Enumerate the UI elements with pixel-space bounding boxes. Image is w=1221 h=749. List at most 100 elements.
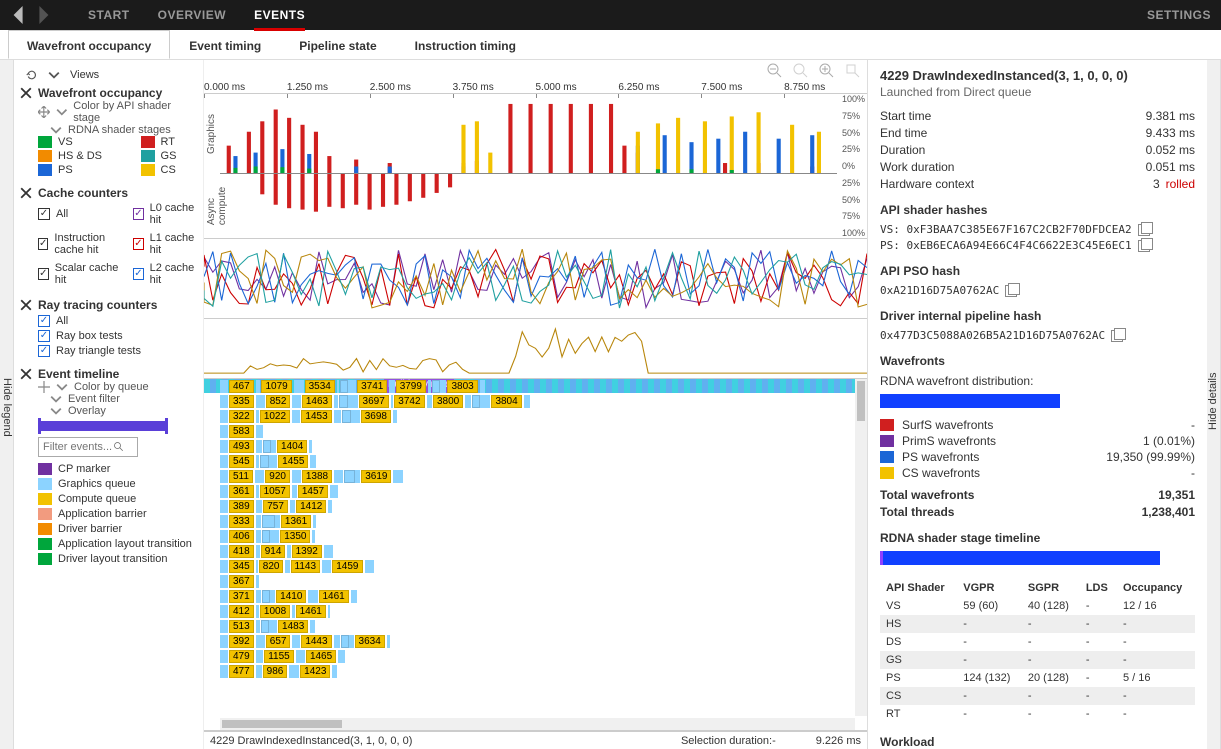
legend-cache-title: Cache counters [38, 186, 128, 200]
timeline-row[interactable]: 46710793534374137993803 [220, 379, 855, 394]
nav-overview[interactable]: OVERVIEW [158, 8, 226, 23]
total-th-val: 1,238,401 [1142, 505, 1195, 519]
overlay-label[interactable]: Overlay [68, 405, 106, 417]
timeline-row[interactable]: 3897571412 [220, 499, 855, 514]
shader-stage[interactable]: VS [38, 136, 123, 148]
timeline-row[interactable]: 5451455 [220, 454, 855, 469]
tab-instruction[interactable]: Instruction timing [396, 30, 535, 59]
timeline-row[interactable]: 4061350 [220, 529, 855, 544]
filter-events-input[interactable] [38, 437, 138, 457]
timeline-row[interactable]: 4189141392 [220, 544, 855, 559]
cache-checkbox[interactable]: L1 cache hit [133, 232, 197, 256]
cache-checkbox[interactable]: L0 cache hit [133, 202, 197, 226]
detail-kv-row: Work duration0.051 ms [880, 160, 1195, 174]
copy-icon[interactable] [1005, 285, 1017, 297]
total-wf-val: 19,351 [1158, 488, 1195, 502]
chevron-down-icon[interactable] [50, 393, 62, 405]
timeline-row[interactable]: 34582011431459 [220, 559, 855, 574]
cache-checkbox[interactable]: L2 cache hit [133, 262, 197, 286]
timeline-legend-item[interactable]: CP marker [38, 463, 197, 475]
chevron-down-icon[interactable] [50, 405, 62, 417]
search-icon[interactable] [113, 441, 125, 453]
occupancy-pane: Graphics Async compute 100%75%50%25%0%25… [204, 94, 867, 239]
shader-stage[interactable]: RT [141, 136, 197, 148]
total-th-label: Total threads [880, 505, 954, 519]
nav-settings[interactable]: SETTINGS [1147, 8, 1211, 22]
timeline-scrollbar-h[interactable] [220, 718, 855, 730]
copy-icon[interactable] [1138, 240, 1150, 252]
overlay-slider[interactable] [38, 421, 168, 431]
timeline-colorby[interactable]: Color by queue [74, 381, 149, 393]
cache-checkbox[interactable]: All [38, 202, 123, 226]
tab-pipeline[interactable]: Pipeline state [280, 30, 395, 59]
timeline-row[interactable]: 41210081461 [220, 604, 855, 619]
shader-stage[interactable]: PS [38, 164, 123, 176]
timeline-row[interactable]: 4779861423 [220, 664, 855, 679]
wf-legend-row: PS wavefronts19,350 (99.99%) [880, 450, 1195, 464]
tab-event-timing[interactable]: Event timing [170, 30, 280, 59]
timeline-row[interactable]: 3331361 [220, 514, 855, 529]
timeline-row[interactable]: 47911551465 [220, 649, 855, 664]
chevron-down-icon[interactable] [50, 124, 62, 136]
hash-ps: PS: 0xEB6ECA6A94E66C4F4C6622E3C45E6EC1 [880, 239, 1132, 252]
detail-kv-row: Start time9.381 ms [880, 109, 1195, 123]
shader-stage[interactable]: CS [141, 164, 197, 176]
timeline-pane[interactable]: BuildRaytrace 46710793534374137993803335… [204, 379, 867, 731]
timeline-scrollbar-v[interactable] [855, 379, 867, 716]
hide-legend-toggle[interactable]: Hide legend [0, 60, 14, 749]
nav-fwd-arrow[interactable] [34, 6, 52, 24]
timeline-row[interactable]: 33585214633697374238003804 [220, 394, 855, 409]
chevron-down-icon[interactable] [48, 69, 60, 81]
shader-stage[interactable]: HS & DS [38, 150, 123, 162]
rt-checkbox[interactable]: Ray box tests [38, 330, 197, 342]
zoom-out-icon[interactable] [767, 63, 783, 79]
zoom-sel-icon[interactable] [845, 63, 861, 79]
close-icon[interactable] [20, 299, 32, 311]
tab-wavefront[interactable]: Wavefront occupancy [8, 30, 170, 59]
zoom-in-icon[interactable] [819, 63, 835, 79]
rt-checkbox[interactable]: Ray triangle tests [38, 345, 197, 357]
shader-stage[interactable]: GS [141, 150, 197, 162]
timeline-row[interactable]: 4931404 [220, 439, 855, 454]
copy-icon[interactable] [1111, 330, 1123, 342]
timeline-row[interactable]: 322102214533698 [220, 409, 855, 424]
chevron-down-icon[interactable] [56, 106, 68, 118]
timeline-legend-item[interactable]: Driver barrier [38, 523, 197, 535]
timeline-row[interactable]: 36110571457 [220, 484, 855, 499]
copy-icon[interactable] [1138, 224, 1150, 236]
timeline-legend-item[interactable]: Application barrier [38, 508, 197, 520]
driver-hash-title: Driver internal pipeline hash [880, 309, 1195, 323]
timeline-row[interactable]: 39265714433634 [220, 634, 855, 649]
timeline-row[interactable]: 367 [220, 574, 855, 589]
hide-details-toggle[interactable]: Hide details [1207, 60, 1221, 749]
event-filter-label[interactable]: Event filter [68, 393, 120, 405]
move-icon[interactable] [38, 381, 50, 393]
timeline-legend-item[interactable]: Driver layout transition [38, 553, 197, 565]
nav-events[interactable]: EVENTS [254, 8, 305, 31]
timeline-legend-item[interactable]: Graphics queue [38, 478, 197, 490]
cache-checkbox[interactable]: Instruction cache hit [38, 232, 123, 256]
timeline-row[interactable]: 5131483 [220, 619, 855, 634]
timeline-row[interactable]: 51192013883619 [220, 469, 855, 484]
zoom-reset-icon[interactable] [793, 63, 809, 79]
nav-back-arrow[interactable] [10, 6, 28, 24]
cache-checkbox[interactable]: Scalar cache hit [38, 262, 123, 286]
driver-hash: 0x477D3C5088A026B5A21D16D75A0762AC [880, 329, 1105, 342]
close-icon[interactable] [20, 87, 32, 99]
undo-icon[interactable] [26, 69, 38, 81]
close-icon[interactable] [20, 368, 32, 380]
timeline-row[interactable]: 583 [220, 424, 855, 439]
timeline-legend-item[interactable]: Application layout transition [38, 538, 197, 550]
timeline-row[interactable]: 37114101461 [220, 589, 855, 604]
views-label[interactable]: Views [70, 69, 99, 81]
stage-timeline-title: RDNA shader stage timeline [880, 531, 1195, 545]
graphics-label: Graphics [206, 114, 217, 154]
move-icon[interactable] [38, 106, 50, 118]
chevron-down-icon[interactable] [56, 381, 68, 393]
nav-start[interactable]: START [88, 8, 130, 23]
color-by-label[interactable]: Color by API shader stage [73, 100, 197, 124]
shader-table: API ShaderVGPRSGPRLDSOccupancy VS59 (60)… [880, 579, 1195, 723]
rt-checkbox[interactable]: All [38, 315, 197, 327]
timeline-legend-item[interactable]: Compute queue [38, 493, 197, 505]
close-icon[interactable] [20, 187, 32, 199]
